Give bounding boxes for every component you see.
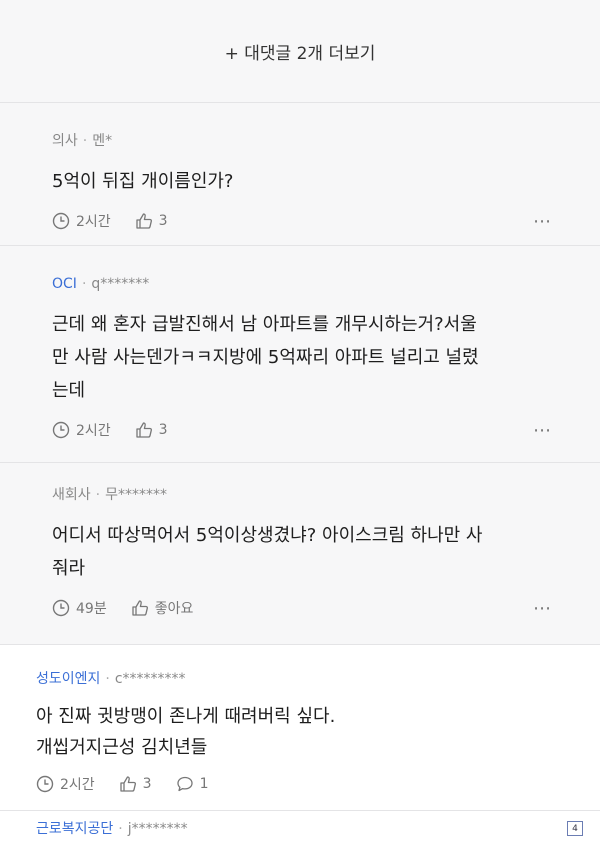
reply-meta: 의사 · 멘*	[52, 131, 600, 151]
meta-separator: ·	[81, 276, 87, 292]
thumbs-up-icon	[132, 600, 148, 616]
timestamp: 2시간	[52, 211, 111, 231]
reply-actions: 49분 좋아요 ⋯	[52, 595, 600, 621]
more-dots-icon[interactable]: ⋯	[533, 211, 552, 232]
author-nickname[interactable]: 근로복지공단	[36, 821, 113, 837]
like-count: 3	[158, 213, 168, 229]
comment-item: 성도이엔지 · c********* 아 진짜 귓방맹이 존나게 때려버릭 싶다. …	[0, 645, 600, 810]
like-button[interactable]: 3	[119, 775, 152, 793]
more-dots-icon[interactable]: ⋯	[533, 420, 552, 441]
timestamp: 2시간	[52, 420, 111, 440]
thumbs-up-icon	[136, 422, 152, 438]
reply-text: 어디서 따상먹어서 5억이상생겼냐? 아이스크림 하나만 사 줘라	[52, 525, 483, 579]
author-nickname[interactable]: 성도이엔지	[36, 671, 100, 687]
meta-separator: ·	[82, 133, 88, 149]
meta-separator: ·	[118, 821, 123, 837]
clock-icon	[52, 212, 70, 230]
reply-item: 새회사 · 무******* 어디서 따상먹어서 5억이상생겼냐? 아이스크림 하나…	[0, 463, 600, 645]
meta-separator: ·	[95, 487, 101, 503]
like-button[interactable]: 3	[135, 212, 168, 230]
time-text: 49분	[76, 601, 107, 617]
meta-separator: ·	[105, 671, 110, 687]
timestamp: 2시간	[36, 774, 95, 794]
reply-item: OCI · q******* 근데 왜 혼자 급발진해서 남 아파트를 개무시하는거…	[0, 246, 600, 463]
author-nickname[interactable]: 의사	[52, 133, 78, 149]
reply-meta: OCI · q*******	[52, 274, 600, 294]
reply-item: 의사 · 멘* 5억이 뒤집 개이름인가? 2시간 3 ⋯	[0, 103, 600, 246]
reply-count: 1	[199, 776, 209, 792]
clock-icon	[36, 775, 54, 793]
like-label: 좋아요	[154, 601, 194, 617]
clock-icon	[52, 599, 70, 617]
reply-actions: 2시간 3 ⋯	[52, 208, 600, 234]
timestamp: 49분	[52, 598, 107, 618]
author-id: 멘*	[92, 133, 113, 149]
page-number-badge: 4	[567, 821, 583, 836]
comment-actions: 2시간 3 1	[36, 771, 600, 797]
time-text: 2시간	[76, 423, 111, 439]
speech-bubble-icon	[176, 776, 193, 792]
more-replies-label: + 대댓글 2개 더보기	[224, 43, 376, 64]
time-text: 2시간	[60, 777, 95, 793]
comment-meta: 근로복지공단 · j********	[36, 819, 600, 839]
like-count: 3	[158, 422, 168, 438]
clock-icon	[52, 421, 70, 439]
thumbs-up-icon	[136, 213, 152, 229]
author-id: q*******	[91, 276, 150, 292]
comment-item: 근로복지공단 · j********	[0, 810, 600, 843]
author-id: c*********	[114, 671, 186, 687]
reply-text: 근데 왜 혼자 급발진해서 남 아파트를 개무시하는거?서울 만 사람 사는덴가…	[52, 314, 479, 401]
like-button[interactable]: 좋아요	[131, 598, 194, 618]
comment-meta: 성도이엔지 · c*********	[36, 669, 600, 689]
comment-text: 아 진짜 귓방맹이 존나게 때려버릭 싶다. 개씹거지근성 김치년들	[36, 706, 336, 758]
reply-count-button[interactable]: 1	[176, 775, 209, 793]
time-text: 2시간	[76, 214, 111, 230]
thumbs-up-icon	[120, 776, 136, 792]
author-nickname[interactable]: OCI	[52, 276, 77, 292]
author-nickname[interactable]: 새회사	[52, 487, 91, 503]
author-id: j********	[127, 821, 188, 837]
more-replies-button[interactable]: + 대댓글 2개 더보기	[0, 0, 600, 103]
reply-meta: 새회사 · 무*******	[52, 485, 600, 505]
author-id: 무*******	[105, 487, 167, 503]
reply-actions: 2시간 3 ⋯	[52, 417, 600, 443]
reply-text: 5억이 뒤집 개이름인가?	[52, 171, 234, 192]
more-dots-icon[interactable]: ⋯	[533, 598, 552, 619]
like-count: 3	[142, 776, 152, 792]
like-button[interactable]: 3	[135, 421, 168, 439]
